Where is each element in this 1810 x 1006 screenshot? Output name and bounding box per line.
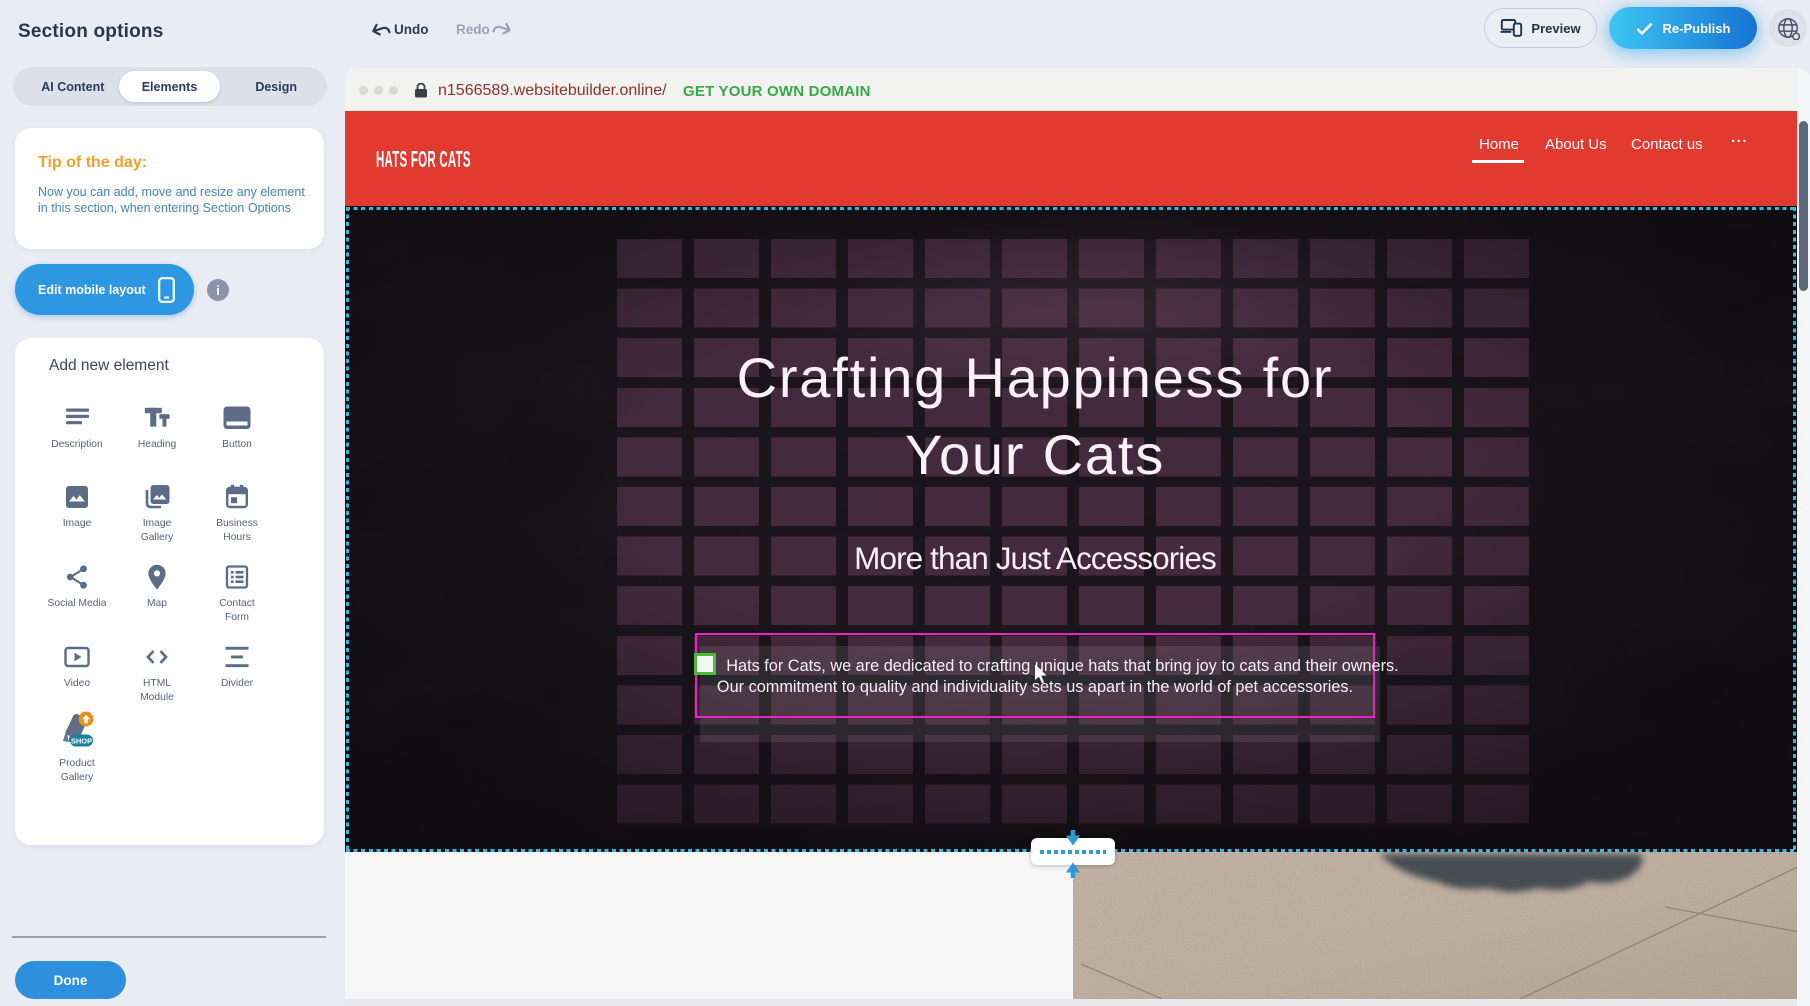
svg-text:SHOP: SHOP <box>71 737 92 746</box>
